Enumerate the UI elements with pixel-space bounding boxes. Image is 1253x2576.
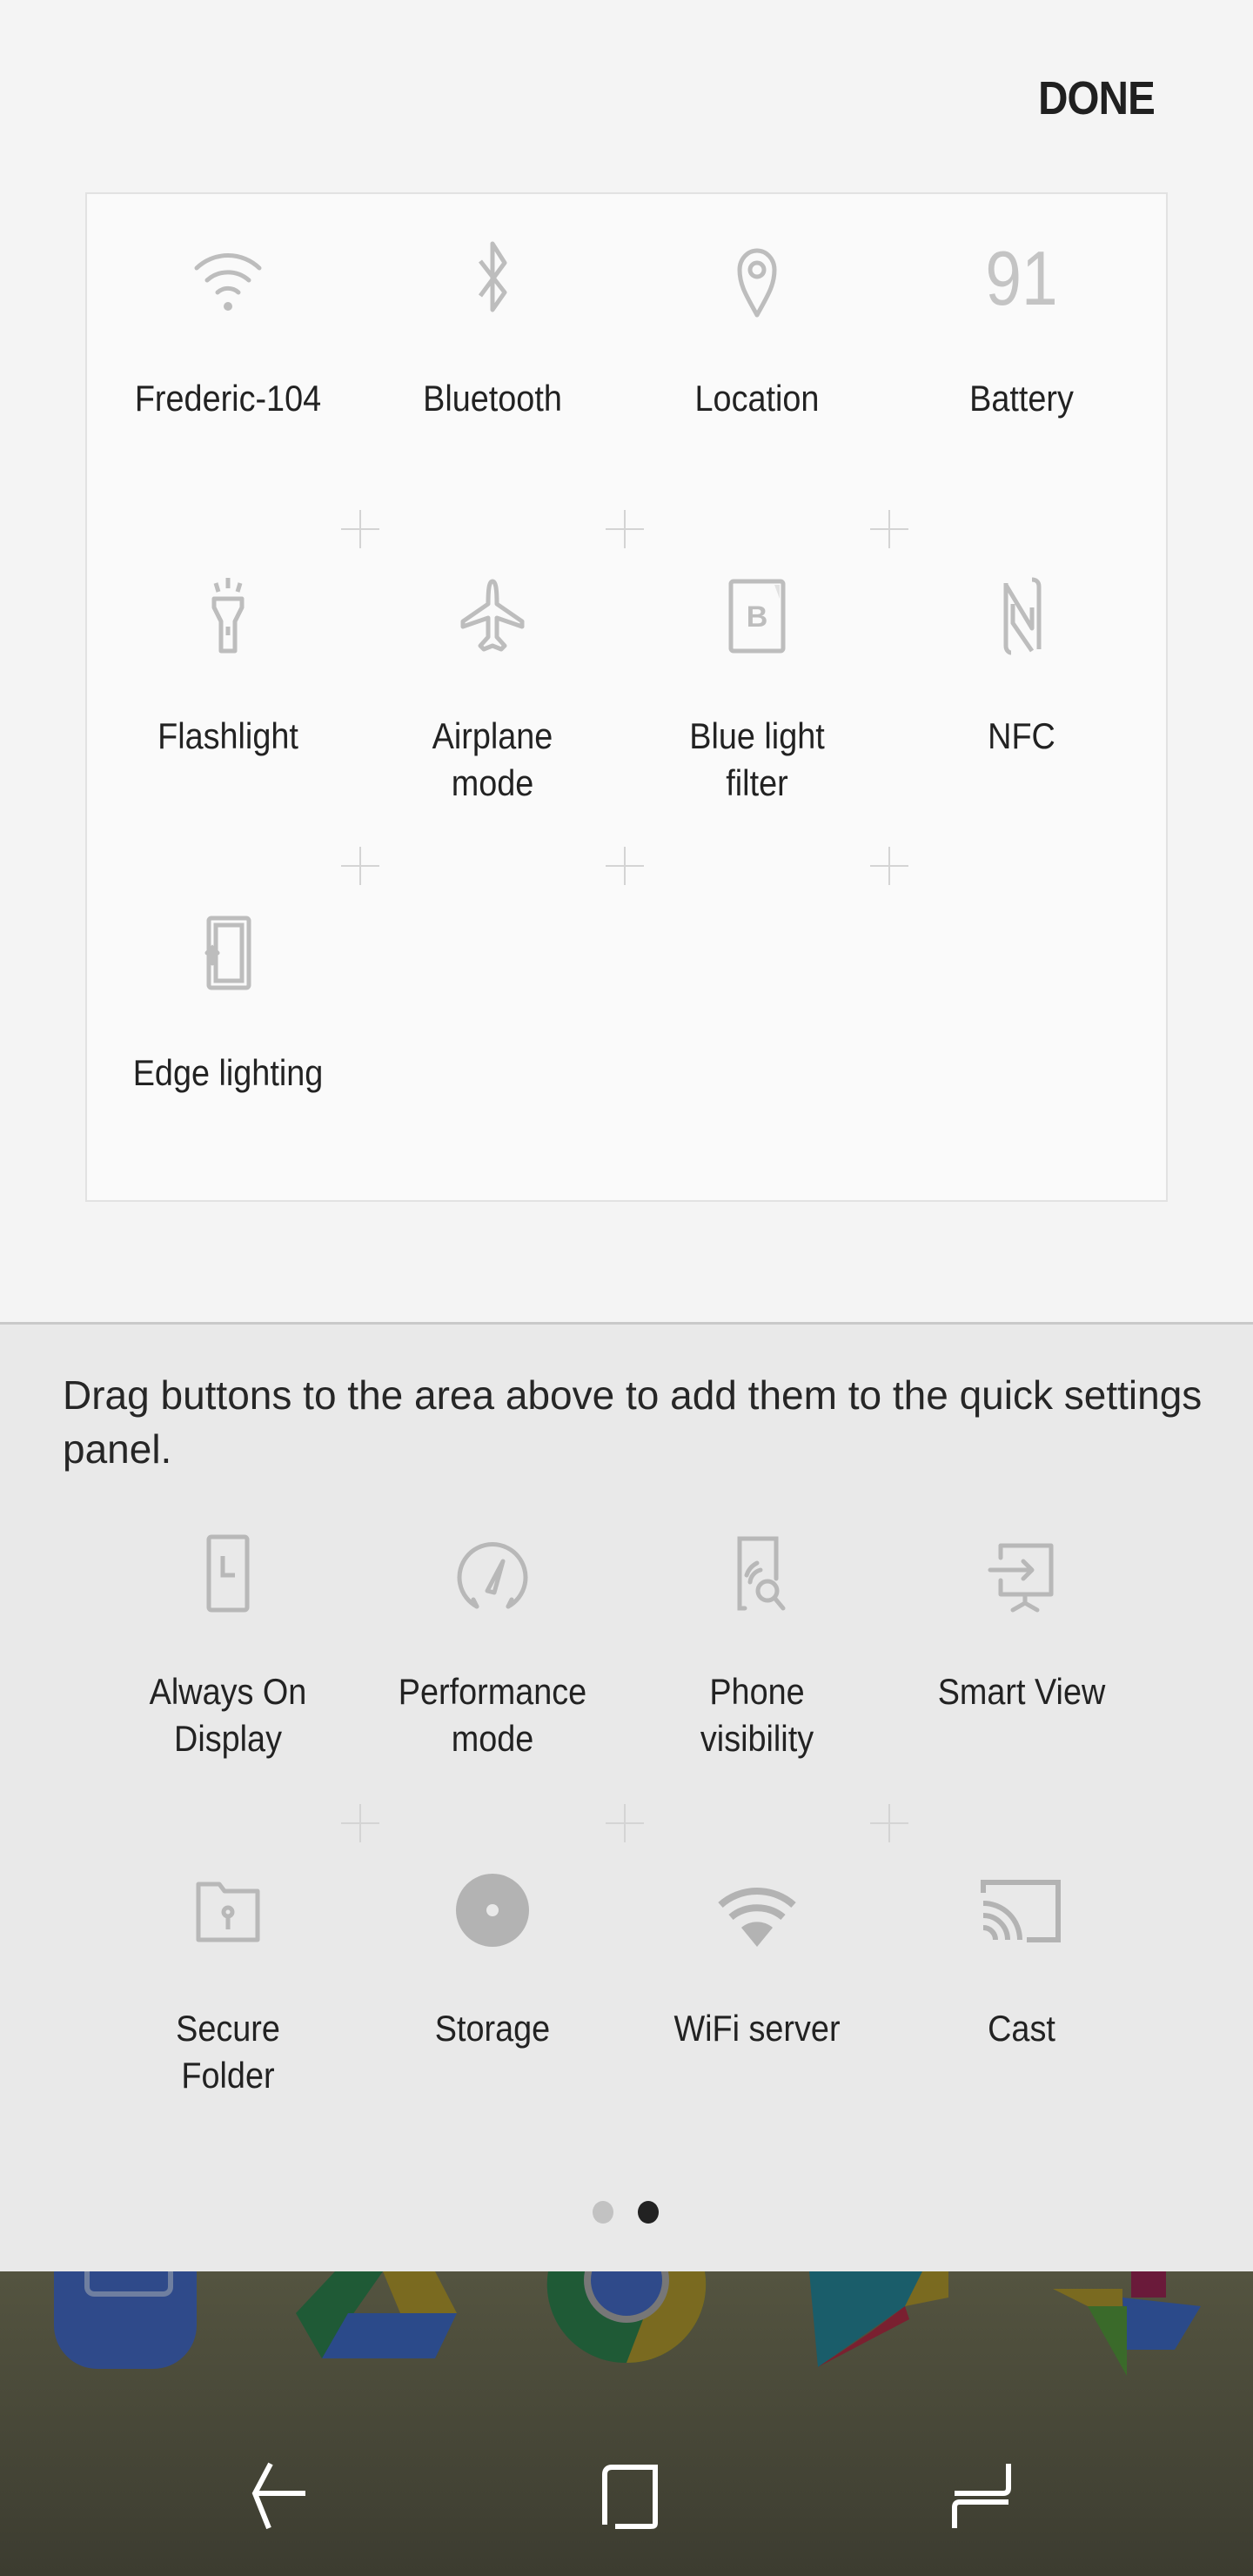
blue-light-filter-icon: B <box>728 579 786 654</box>
performance-mode-icon <box>457 1542 528 1609</box>
tile-label: Edge lighting <box>132 1052 324 1093</box>
tile-label-line1: Storage <box>434 2008 551 2049</box>
tile-label-line2: Folder <box>181 2055 275 2096</box>
tray-tile-wifi-server[interactable]: WiFi server <box>626 1867 888 2049</box>
tile-label-line1: Always On <box>149 1671 307 1712</box>
nfc-icon <box>1003 577 1042 655</box>
edge-lighting-icon <box>204 916 251 990</box>
drop-target-plus-icon <box>870 847 908 885</box>
tile-label: NFC <box>988 715 1055 756</box>
flashlight-icon <box>211 578 245 654</box>
tile-label-line1: Smart View <box>937 1671 1106 1712</box>
drop-target-plus-icon <box>341 847 379 885</box>
dock-app-icons <box>54 2271 1201 2376</box>
tile-label: Battery <box>969 378 1074 419</box>
camera-app-icon <box>54 2271 197 2369</box>
tile-label-line2: mode <box>451 1718 534 1759</box>
tray-tile-storage[interactable]: Storage <box>362 1867 623 2049</box>
drop-target-plus-icon <box>870 1804 908 1842</box>
recents-button[interactable] <box>928 2443 1033 2547</box>
page-indicator-dot-2-active[interactable] <box>638 2201 659 2224</box>
tray-tile-performance-mode[interactable]: Performance mode <box>362 1530 623 1759</box>
home-button[interactable] <box>577 2443 681 2547</box>
tile-edge-lighting[interactable]: Edge lighting <box>97 909 358 1093</box>
drop-target-plus-icon <box>870 510 908 548</box>
tray-tile-smart-view[interactable]: Smart View <box>891 1530 1152 1712</box>
tile-label-line1: Secure <box>176 2008 280 2049</box>
wifi-icon <box>194 253 262 311</box>
recents-icon <box>952 2464 1011 2528</box>
tile-flashlight[interactable]: Flashlight <box>97 573 358 756</box>
drop-target-plus-icon <box>606 1804 644 1842</box>
tile-label: Flashlight <box>157 715 298 756</box>
tile-label-line2: visibility <box>700 1718 814 1759</box>
tile-label-line1: Performance <box>398 1671 587 1712</box>
tray-tile-always-on-display[interactable]: Always On Display <box>97 1530 358 1759</box>
drop-target-plus-icon <box>606 847 644 885</box>
tile-label-line1: Airplane <box>432 715 553 756</box>
tile-label: Bluetooth <box>423 378 562 419</box>
tile-label-line1: Blue light <box>689 715 825 756</box>
svg-text:B: B <box>747 600 768 634</box>
available-buttons-tray: Drag buttons to the area above to add th… <box>0 1322 1253 2271</box>
location-icon <box>737 248 777 318</box>
home-icon <box>602 2465 658 2529</box>
tile-location[interactable]: Location <box>626 235 888 419</box>
smart-view-icon <box>988 1543 1054 1613</box>
home-screen-background <box>0 2271 1253 2576</box>
bluetooth-icon <box>478 241 507 312</box>
drop-target-plus-icon <box>341 510 379 548</box>
always-on-display-icon <box>206 1534 250 1613</box>
cast-icon <box>981 1880 1061 1942</box>
drop-target-plus-icon <box>606 510 644 548</box>
drag-hint-text: Drag buttons to the area above to add th… <box>63 1372 1203 1472</box>
tray-tile-secure-folder[interactable]: Secure Folder <box>97 1867 358 2096</box>
page-indicator-dot-1[interactable] <box>593 2201 613 2224</box>
tile-label-line2: Display <box>174 1718 282 1759</box>
back-button[interactable] <box>227 2443 332 2547</box>
tile-battery[interactable]: 91 Battery <box>891 235 1152 419</box>
done-button[interactable]: DONE <box>1035 68 1158 129</box>
tile-label-line2: mode <box>451 762 534 803</box>
tile-label-line2: filter <box>726 762 788 803</box>
storage-icon <box>456 1874 529 1947</box>
tray-tile-phone-visibility[interactable]: Phone visibility <box>626 1530 888 1759</box>
tile-label: Frederic-104 <box>134 378 322 419</box>
tile-bluetooth[interactable]: Bluetooth <box>362 235 623 419</box>
tile-airplane-mode[interactable]: Airplane mode <box>362 573 623 803</box>
tile-label-line1: Phone <box>709 1671 805 1712</box>
tile-wifi[interactable]: Frederic-104 <box>97 235 358 419</box>
tile-nfc[interactable]: NFC <box>891 573 1152 756</box>
airplane-icon <box>460 579 525 652</box>
wifi-server-icon <box>718 1888 796 1947</box>
battery-icon: 91 <box>985 235 1058 321</box>
tile-blue-light-filter[interactable]: B Blue light filter <box>626 573 888 803</box>
phone-visibility-icon <box>737 1536 786 1611</box>
tile-label-line1: WiFi server <box>673 2008 841 2049</box>
back-icon <box>251 2462 305 2530</box>
tray-tile-cast[interactable]: Cast <box>891 1867 1152 2049</box>
secure-folder-icon <box>196 1882 260 1942</box>
drop-target-plus-icon <box>341 1804 379 1842</box>
tile-label-line1: Cast <box>988 2008 1055 2049</box>
tile-label: Location <box>694 378 820 419</box>
